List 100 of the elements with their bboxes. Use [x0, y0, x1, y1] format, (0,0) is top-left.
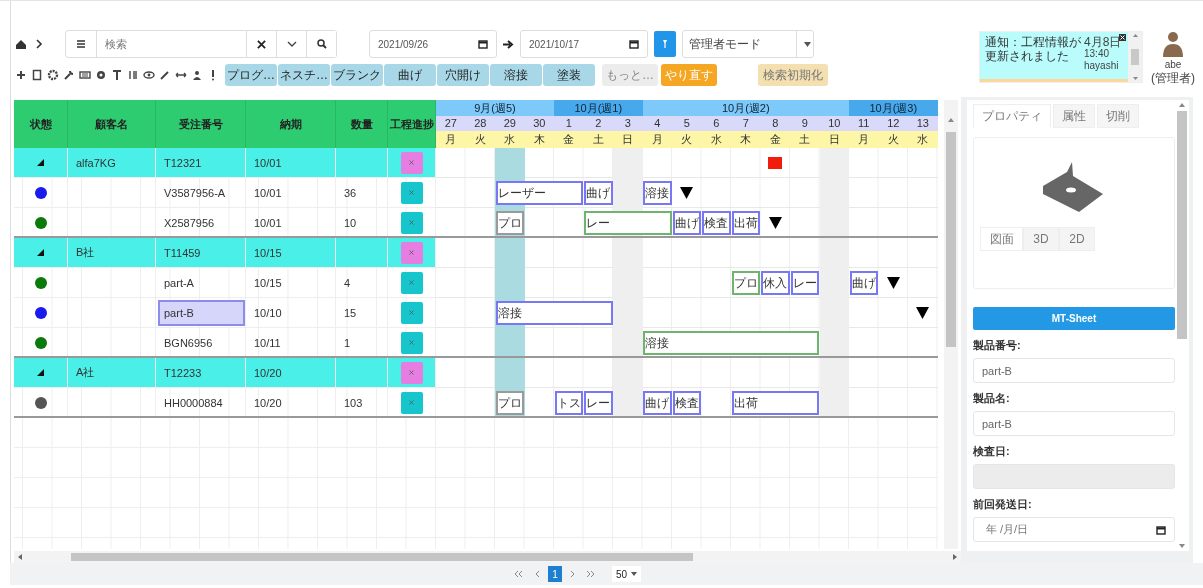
document-icon[interactable]: [31, 69, 43, 81]
task-bar[interactable]: レー: [584, 211, 672, 235]
quantity: 103: [344, 396, 363, 409]
scrollbar-thumb[interactable]: [946, 132, 956, 347]
expand-triangle-icon[interactable]: [37, 369, 44, 376]
task-bar[interactable]: レーザー: [495, 181, 583, 205]
keyboard-icon[interactable]: [79, 69, 91, 81]
task-bar[interactable]: プロ: [495, 391, 524, 415]
chevron-right-icon[interactable]: [33, 38, 45, 50]
task-bar[interactable]: レー: [584, 391, 613, 415]
column-header[interactable]: 納期: [246, 100, 336, 148]
column-header[interactable]: 状態: [14, 100, 68, 148]
filter-icon: [662, 39, 668, 49]
order-number[interactable]: T12321: [158, 149, 245, 176]
expand-triangle-icon[interactable]: [37, 159, 44, 166]
home-icon[interactable]: [15, 38, 27, 50]
month-header: 10月(週1): [554, 100, 643, 116]
task-bar[interactable]: 曲げ: [672, 211, 701, 235]
calendar-icon: [629, 39, 639, 49]
task-bar[interactable]: 出荷: [731, 211, 760, 235]
input-field[interactable]: part-B: [973, 411, 1175, 436]
view-tab[interactable]: 3D: [1023, 227, 1059, 251]
order-number[interactable]: V3587956-A: [158, 179, 245, 206]
order-number[interactable]: X2587956: [158, 209, 245, 236]
toolbar-button[interactable]: 溶接: [490, 64, 542, 86]
toolbar-button[interactable]: 曲げ: [384, 64, 436, 86]
due-date: 10/01: [254, 186, 282, 199]
scroll-down-icon: [1132, 77, 1138, 80]
task-bar[interactable]: プロ: [495, 211, 524, 235]
column-header[interactable]: 受注番号: [156, 100, 246, 148]
toolbar-button[interactable]: プログ…: [225, 64, 277, 86]
task-bar[interactable]: 曲げ: [643, 391, 672, 415]
list-icon[interactable]: [76, 39, 86, 49]
weekday-label: 月: [642, 131, 672, 148]
view-tab[interactable]: 図面: [980, 227, 1023, 251]
order-number[interactable]: T12233: [158, 359, 245, 386]
task-bar[interactable]: 溶接: [495, 301, 613, 325]
panel-tab[interactable]: 属性: [1053, 104, 1095, 128]
close-icon: [1119, 34, 1126, 41]
date-field[interactable]: 年 /月/日: [973, 517, 1175, 542]
task-bar[interactable]: レー: [790, 271, 819, 295]
toolbar-button[interactable]: 検索初期化: [758, 64, 828, 86]
columns-icon[interactable]: [127, 69, 139, 81]
cross-icon: [409, 160, 414, 165]
task-bar[interactable]: 検査: [672, 391, 701, 415]
toolbar-button[interactable]: ネスチ…: [278, 64, 330, 86]
due-date: 10/01: [254, 156, 282, 169]
weekday-label: 日: [819, 131, 849, 148]
date-field[interactable]: 2021/09/26: [369, 30, 497, 58]
search-box[interactable]: 検索: [65, 30, 337, 58]
scrollbar-thumb[interactable]: [1177, 111, 1187, 339]
expand-triangle-icon[interactable]: [37, 249, 44, 256]
column-header[interactable]: 顧客名: [68, 100, 156, 148]
person-icon[interactable]: [191, 69, 203, 81]
eye-icon[interactable]: [143, 69, 155, 81]
gear-icon[interactable]: [47, 69, 59, 81]
day-number: 13: [908, 116, 938, 131]
order-number[interactable]: BGN6956: [158, 329, 245, 356]
column-header[interactable]: 工程進捗: [388, 100, 436, 148]
day-number: 11: [849, 116, 879, 131]
day-number: 28: [465, 116, 495, 131]
weekday-label: 日: [613, 131, 643, 148]
scrollbar-thumb[interactable]: [1131, 49, 1139, 65]
order-number[interactable]: HH0000884: [158, 389, 245, 416]
date-field[interactable]: 2021/10/17: [520, 30, 648, 58]
toolbar-button[interactable]: 塗装: [543, 64, 595, 86]
text-icon[interactable]: [111, 69, 123, 81]
gear-icon[interactable]: [95, 69, 107, 81]
order-number[interactable]: part-A: [158, 269, 245, 296]
panel-tab[interactable]: 切削: [1097, 104, 1139, 128]
mode-select[interactable]: 管理者モード: [682, 30, 814, 58]
task-bar[interactable]: 曲げ: [584, 181, 613, 205]
task-bar[interactable]: 溶接: [643, 331, 819, 355]
panel-tab[interactable]: プロパティ: [973, 104, 1051, 128]
order-number[interactable]: T11459: [158, 239, 245, 266]
page-size-select[interactable]: 50: [611, 566, 642, 582]
task-bar[interactable]: 休入: [761, 271, 790, 295]
calendar-icon: [1156, 524, 1166, 535]
notification-message: 通知：工程情報が更新されました: [985, 35, 1081, 65]
task-bar[interactable]: プロ: [731, 271, 760, 295]
toolbar-button[interactable]: ブランク: [331, 64, 383, 86]
scrollbar-thumb[interactable]: [71, 553, 693, 561]
order-number[interactable]: part-B: [158, 299, 245, 326]
quantity: 1: [344, 336, 351, 349]
close-button[interactable]: [1119, 34, 1126, 41]
input-field[interactable]: part-B: [973, 358, 1175, 383]
task-bar[interactable]: 出荷: [731, 391, 819, 415]
task-bar[interactable]: 溶接: [643, 181, 672, 205]
toolbar-button[interactable]: 穴開け: [437, 64, 489, 86]
weekday-label: 土: [583, 131, 613, 148]
pencil-icon[interactable]: [159, 69, 171, 81]
task-bar[interactable]: 検査: [702, 211, 731, 235]
page-button[interactable]: 1: [547, 566, 562, 582]
search-button[interactable]: [306, 31, 336, 57]
plus-icon[interactable]: [15, 69, 27, 81]
column-header[interactable]: 数量: [336, 100, 388, 148]
view-tab[interactable]: 2D: [1059, 227, 1095, 251]
task-bar[interactable]: トス: [554, 391, 583, 415]
task-bar[interactable]: 曲げ: [849, 271, 878, 295]
wrench-icon[interactable]: [63, 69, 75, 81]
